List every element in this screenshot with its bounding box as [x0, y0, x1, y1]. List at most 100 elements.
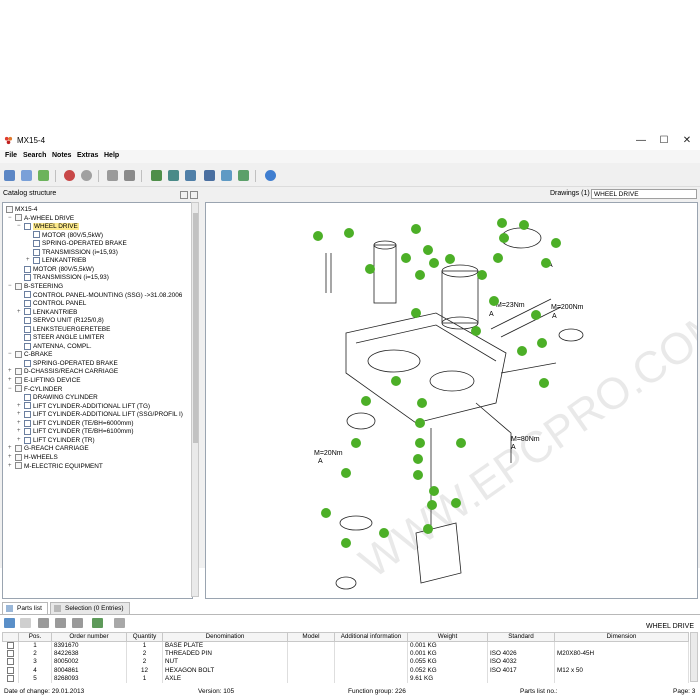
callout-bubble[interactable]: [351, 438, 361, 448]
callout-bubble[interactable]: [344, 228, 354, 238]
callout-bubble[interactable]: [429, 486, 439, 496]
expand-icon[interactable]: +: [26, 257, 32, 263]
callout-bubble[interactable]: [415, 418, 425, 428]
table-row[interactable]: 1 8391670 1 BASE PLATE 0.001 KG: [2, 641, 689, 651]
expand-icon[interactable]: +: [8, 368, 14, 374]
parts-scrollbar[interactable]: [690, 632, 698, 682]
close-button[interactable]: ✕: [676, 134, 698, 148]
callout-bubble[interactable]: [493, 253, 503, 263]
callout-bubble[interactable]: [411, 308, 421, 318]
table-row[interactable]: 2 8422638 2 THREADED PIN 0.001 KG ISO 4026 M20…: [2, 650, 689, 659]
callout-bubble[interactable]: [423, 524, 433, 534]
callout-bubble[interactable]: [413, 470, 423, 480]
callout-bubble[interactable]: [321, 508, 331, 518]
tree-node[interactable]: + M-ELECTRIC EQUIPMENT: [8, 462, 103, 471]
tree-scrollbar[interactable]: [191, 202, 199, 597]
callout-bubble[interactable]: [451, 498, 461, 508]
callout-bubble[interactable]: [497, 218, 507, 228]
print-icon[interactable]: [221, 170, 232, 181]
column-header[interactable]: Model: [287, 632, 335, 642]
callout-bubble[interactable]: [401, 253, 411, 263]
menu-extras[interactable]: Extras: [77, 152, 98, 159]
scrollbar-thumb[interactable]: [193, 213, 198, 443]
row-checkbox[interactable]: [6, 658, 14, 666]
zoom-in-icon[interactable]: [168, 170, 179, 181]
collapse-icon[interactable]: −: [17, 223, 23, 229]
callout-bubble[interactable]: [379, 528, 389, 538]
row-checkbox[interactable]: [6, 650, 14, 658]
column-header[interactable]: Additional information: [334, 632, 408, 642]
menu-file[interactable]: File: [5, 152, 17, 159]
collapse-icon[interactable]: −: [8, 215, 14, 221]
maximize-button[interactable]: ☐: [653, 134, 675, 148]
callout-bubble[interactable]: [415, 270, 425, 280]
row-checkbox[interactable]: [6, 674, 14, 682]
column-header-select[interactable]: [2, 632, 19, 642]
print-parts-icon[interactable]: [114, 618, 125, 628]
callout-bubble[interactable]: [429, 258, 439, 268]
column-header[interactable]: Order number: [51, 632, 127, 642]
select-all-icon[interactable]: [20, 618, 31, 628]
callout-bubble[interactable]: [427, 500, 437, 510]
refresh-icon[interactable]: [64, 170, 75, 181]
callout-bubble[interactable]: [423, 245, 433, 255]
export-icon[interactable]: [238, 170, 249, 181]
stop-icon[interactable]: [81, 170, 92, 181]
deselect-icon[interactable]: [38, 618, 49, 628]
order-icon[interactable]: [124, 170, 135, 181]
column-header[interactable]: Denomination: [162, 632, 288, 642]
image-icon[interactable]: [151, 170, 162, 181]
callout-bubble[interactable]: [456, 438, 466, 448]
callout-bubble[interactable]: [551, 238, 561, 248]
expand-icon[interactable]: +: [17, 420, 23, 426]
table-row[interactable]: 5 8268093 1 AXLE 9.61 KG: [2, 674, 689, 683]
expand-icon[interactable]: +: [8, 454, 14, 460]
row-checkbox[interactable]: [6, 642, 14, 649]
columns-icon[interactable]: [72, 618, 83, 628]
callout-bubble[interactable]: [531, 310, 541, 320]
menu-notes[interactable]: Notes: [52, 152, 71, 159]
callout-bubble[interactable]: [477, 270, 487, 280]
expand-icon[interactable]: +: [17, 403, 23, 409]
callout-bubble[interactable]: [445, 254, 455, 264]
column-header[interactable]: Dimension: [554, 632, 689, 642]
callout-bubble[interactable]: [499, 233, 509, 243]
cart-icon[interactable]: [107, 170, 118, 181]
back-icon[interactable]: [21, 170, 32, 181]
expand-icon[interactable]: +: [8, 463, 14, 469]
tab-selection[interactable]: Selection (0 Entries): [50, 602, 130, 614]
expand-icon[interactable]: +: [17, 437, 23, 443]
expand-icon[interactable]: +: [8, 377, 14, 383]
column-header[interactable]: Standard: [487, 632, 555, 642]
drawing-select[interactable]: WHEEL DRIVE: [591, 189, 697, 199]
tab-parts-list[interactable]: Parts list: [2, 602, 48, 614]
callout-bubble[interactable]: [411, 224, 421, 234]
collapse-icon[interactable]: −: [8, 386, 14, 392]
callout-bubble[interactable]: [417, 398, 427, 408]
collapse-icon[interactable]: −: [8, 351, 14, 357]
minimize-button[interactable]: —: [630, 134, 652, 148]
callout-bubble[interactable]: [365, 264, 375, 274]
drawing-viewer[interactable]: WWW.EPCPRO.COM M=23Nm M=200Nm M=80Nm M=2…: [205, 202, 698, 599]
home-icon[interactable]: [4, 170, 15, 181]
menu-help[interactable]: Help: [104, 152, 119, 159]
callout-bubble[interactable]: [489, 296, 499, 306]
collapse-all-icon[interactable]: [190, 191, 198, 199]
callout-bubble[interactable]: [341, 538, 351, 548]
add-to-cart-icon[interactable]: [92, 618, 103, 628]
callout-bubble[interactable]: [539, 378, 549, 388]
column-header[interactable]: Pos.: [18, 632, 52, 642]
filter-icon[interactable]: [55, 618, 66, 628]
callout-bubble[interactable]: [537, 338, 547, 348]
callout-bubble[interactable]: [415, 438, 425, 448]
expand-all-icon[interactable]: [180, 191, 188, 199]
help-icon[interactable]: [265, 170, 276, 181]
expand-icon[interactable]: +: [8, 445, 14, 451]
row-checkbox[interactable]: [6, 666, 14, 674]
expand-icon[interactable]: +: [17, 428, 23, 434]
zoom-out-icon[interactable]: [185, 170, 196, 181]
expand-icon[interactable]: +: [17, 411, 23, 417]
forward-icon[interactable]: [38, 170, 49, 181]
collapse-icon[interactable]: −: [8, 283, 14, 289]
column-header[interactable]: Quantity: [126, 632, 163, 642]
